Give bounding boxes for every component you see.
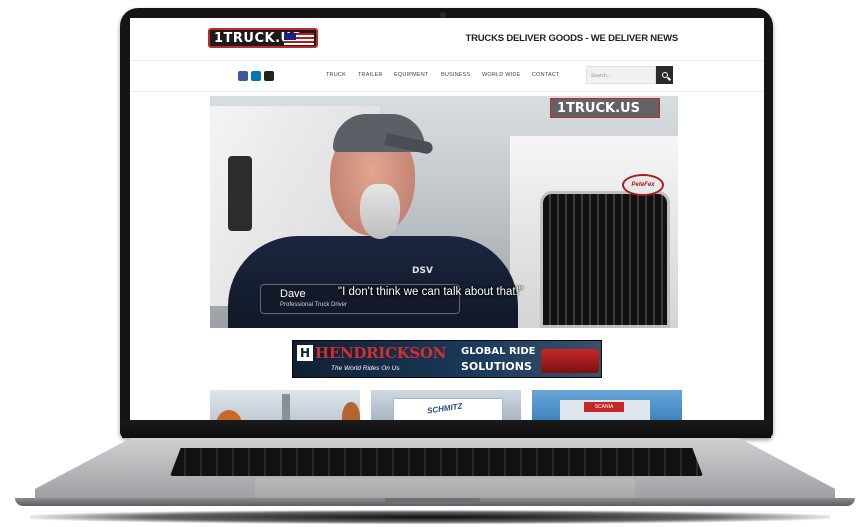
article-thumb-3[interactable]: SCANIA — [532, 390, 682, 420]
site-logo[interactable]: 1TRUCK.US — [208, 28, 318, 48]
laptop-shadow — [30, 510, 830, 524]
site-header: 1TRUCK.US TRUCKS DELIVER GOODS - WE DELI… — [130, 18, 764, 60]
hendrickson-ad-banner[interactable]: H HENDRICKSON The World Rides On Us GLOB… — [292, 340, 602, 378]
speaker-name: Dave — [280, 288, 306, 300]
truck-grille — [540, 191, 670, 328]
nav-item-world-wide[interactable]: WORLD WIDE — [482, 72, 520, 78]
ad-slogan: The World Rides On Us — [331, 365, 400, 372]
laptop-chin — [122, 420, 771, 438]
video-icon[interactable] — [264, 71, 274, 81]
facebook-icon[interactable] — [238, 71, 248, 81]
search-button[interactable] — [656, 66, 673, 84]
site-tagline: TRUCKS DELIVER GOODS - WE DELIVER NEWS — [465, 33, 679, 44]
hero-video[interactable]: PeteFex 1TRUCK.US DSV Dave Professional … — [210, 96, 678, 328]
building-sign: SCANIA — [584, 402, 624, 412]
ad-brand: HENDRICKSON — [315, 344, 447, 362]
website-screen: 1TRUCK.US TRUCKS DELIVER GOODS - WE DELI… — [130, 18, 764, 420]
tower-image — [282, 394, 290, 420]
linkedin-icon[interactable] — [251, 71, 261, 81]
driver-shirt — [228, 236, 518, 328]
truck-window — [228, 156, 252, 231]
nav-item-contact[interactable]: CONTACT — [532, 72, 560, 78]
speaker-role: Professional Truck Driver — [280, 302, 348, 308]
video-quote: "I don't think we can talk about that!" — [338, 286, 523, 298]
main-navigation: TRUCK TRAILER EQUIPMENT BUSINESS WORLD W… — [130, 60, 764, 92]
search-icon — [661, 72, 668, 78]
nav-item-business[interactable]: BUSINESS — [441, 72, 470, 78]
ad-headline-line1: GLOBAL RIDE — [461, 346, 536, 357]
tree-image-2 — [342, 402, 360, 420]
laptop-mockup: 1TRUCK.US TRUCKS DELIVER GOODS - WE DELI… — [0, 0, 863, 527]
watermark-text: 1TRUCK.US — [557, 100, 640, 116]
shirt-logo: DSV — [412, 266, 433, 276]
hendrickson-logo-icon: H — [297, 345, 313, 361]
tree-image — [216, 410, 242, 420]
ad-truck-image — [541, 349, 599, 373]
grille-badge: PeteFex — [622, 174, 664, 196]
laptop-notch — [385, 498, 480, 504]
trackpad — [255, 478, 635, 500]
article-thumb-2[interactable]: SCHMITZ — [371, 390, 521, 420]
nav-item-trailer[interactable]: TRAILER — [358, 72, 383, 78]
search-input[interactable]: Search... — [586, 66, 656, 84]
nav-item-equipment[interactable]: EQUIPMENT — [394, 72, 429, 78]
ad-headline-line2: SOLUTIONS — [461, 360, 532, 373]
article-thumb-1[interactable] — [210, 390, 360, 420]
nav-item-truck[interactable]: TRUCK — [326, 72, 346, 78]
flag-icon — [284, 33, 314, 45]
keyboard — [170, 448, 703, 476]
driver-beard — [360, 184, 400, 239]
video-watermark: 1TRUCK.US — [550, 98, 660, 118]
